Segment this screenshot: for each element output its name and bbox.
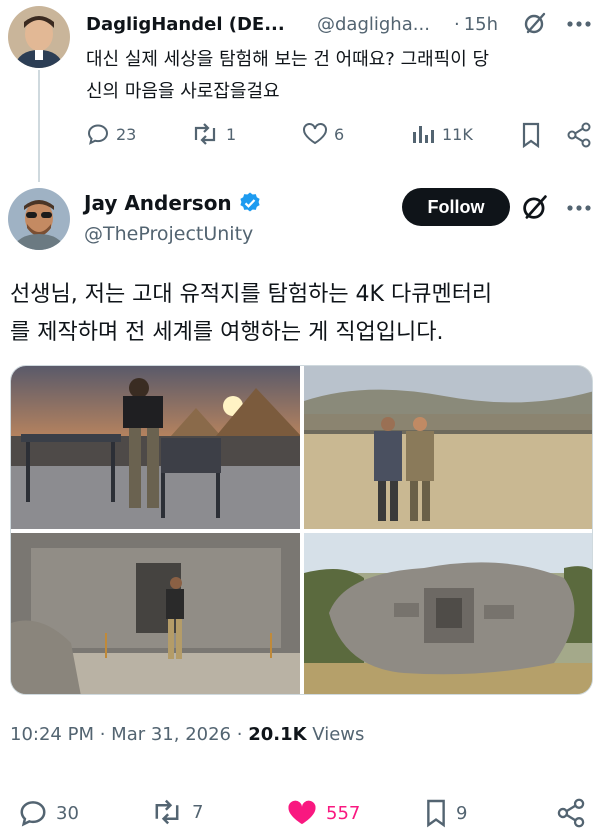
reply-header: DagligHandel (DE... @daglighа... · 15h — [86, 10, 586, 38]
bookmark-count: 9 — [456, 802, 468, 824]
photo-carved-boulder[interactable] — [304, 533, 593, 695]
reply-action-bar: 23 1 6 11K — [0, 122, 600, 152]
repost-count: 1 — [226, 124, 237, 144]
share-icon — [567, 122, 591, 148]
like-count: 6 — [334, 124, 345, 144]
like-icon — [288, 800, 316, 825]
reply-text: 대신 실제 세상을 탐험해 보는 건 어때요? 그래픽이 당 신의 마음을 사로… — [86, 44, 596, 108]
separator-dot: · — [454, 13, 460, 35]
post-author-avatar[interactable] — [8, 188, 70, 250]
reply-button[interactable]: 23 — [86, 122, 136, 146]
more-icon[interactable] — [566, 14, 592, 33]
post-text-line: 선생님, 저는 고대 유적지를 탐험하는 4K 다큐멘터리 — [10, 282, 493, 307]
like-button[interactable]: 6 — [302, 122, 344, 146]
follow-button[interactable]: Follow — [402, 188, 510, 226]
photo-pyramids-terrace[interactable] — [11, 366, 300, 529]
verified-badge-icon — [240, 192, 260, 212]
post-text-line: 를 제작하며 전 세계를 여행하는 게 직업입니다. — [10, 320, 444, 345]
grok-icon[interactable] — [520, 192, 550, 226]
repost-icon — [194, 123, 216, 145]
post-metadata: 10:24 PM · Mar 31, 2026 · 20.1K Views — [10, 724, 364, 745]
separator-dot: · — [236, 724, 249, 745]
post-media-grid — [10, 365, 593, 695]
views-button[interactable]: 11K — [410, 122, 473, 146]
share-button[interactable] — [566, 122, 598, 148]
reply-count: 23 — [116, 124, 137, 144]
post-author-handle[interactable]: @TheProjectUnity — [84, 223, 253, 245]
post-author-name[interactable]: Jay Anderson — [84, 191, 232, 215]
post-views-count: 20.1K — [248, 724, 307, 745]
bookmark-icon — [427, 799, 445, 828]
share-button[interactable] — [556, 798, 594, 828]
repost-count: 7 — [192, 801, 204, 823]
reply-text-line: 대신 실제 세상을 탐험해 보는 건 어때요? 그래픽이 당 — [86, 49, 490, 70]
separator-dot: · — [99, 724, 112, 745]
reply-timestamp[interactable]: 15h — [464, 14, 498, 35]
post-text: 선생님, 저는 고대 유적지를 탐험하는 4K 다큐멘터리 를 제작하며 전 세… — [10, 276, 595, 352]
post-time[interactable]: 10:24 PM — [10, 724, 94, 745]
post-action-bar: 30 7 557 9 — [0, 798, 600, 832]
bookmark-button[interactable] — [520, 122, 548, 148]
post-author-name-row[interactable]: Jay Anderson — [84, 191, 262, 215]
bookmark-icon — [522, 122, 540, 148]
reply-author-handle[interactable]: @daglighа... — [317, 14, 444, 35]
share-icon — [557, 798, 585, 828]
reply-icon — [87, 124, 109, 145]
views-count: 11K — [442, 124, 473, 144]
reply-count: 30 — [56, 802, 79, 824]
photo-stone-doorway[interactable] — [11, 533, 300, 695]
post-views-label: Views — [312, 724, 365, 745]
repost-button[interactable]: 1 — [190, 122, 236, 146]
reply-icon — [20, 801, 46, 827]
grok-icon[interactable] — [522, 10, 548, 40]
like-count: 557 — [326, 802, 361, 824]
repost-button[interactable]: 7 — [150, 798, 203, 826]
like-icon — [303, 123, 327, 145]
repost-icon — [155, 799, 179, 825]
photo-two-explorers[interactable] — [304, 366, 593, 529]
reply-author-avatar[interactable] — [8, 6, 70, 68]
views-icon — [413, 126, 434, 143]
like-button[interactable]: 557 — [286, 798, 360, 828]
more-icon[interactable] — [566, 198, 592, 217]
reply-text-line: 신의 마음을 사로잡을걸요 — [86, 81, 280, 102]
reply-button[interactable]: 30 — [18, 798, 79, 828]
reply-author-name[interactable]: DagligHandel (DE... — [86, 14, 299, 35]
post-date[interactable]: Mar 31, 2026 — [111, 724, 231, 745]
bookmark-button[interactable]: 9 — [424, 798, 467, 828]
